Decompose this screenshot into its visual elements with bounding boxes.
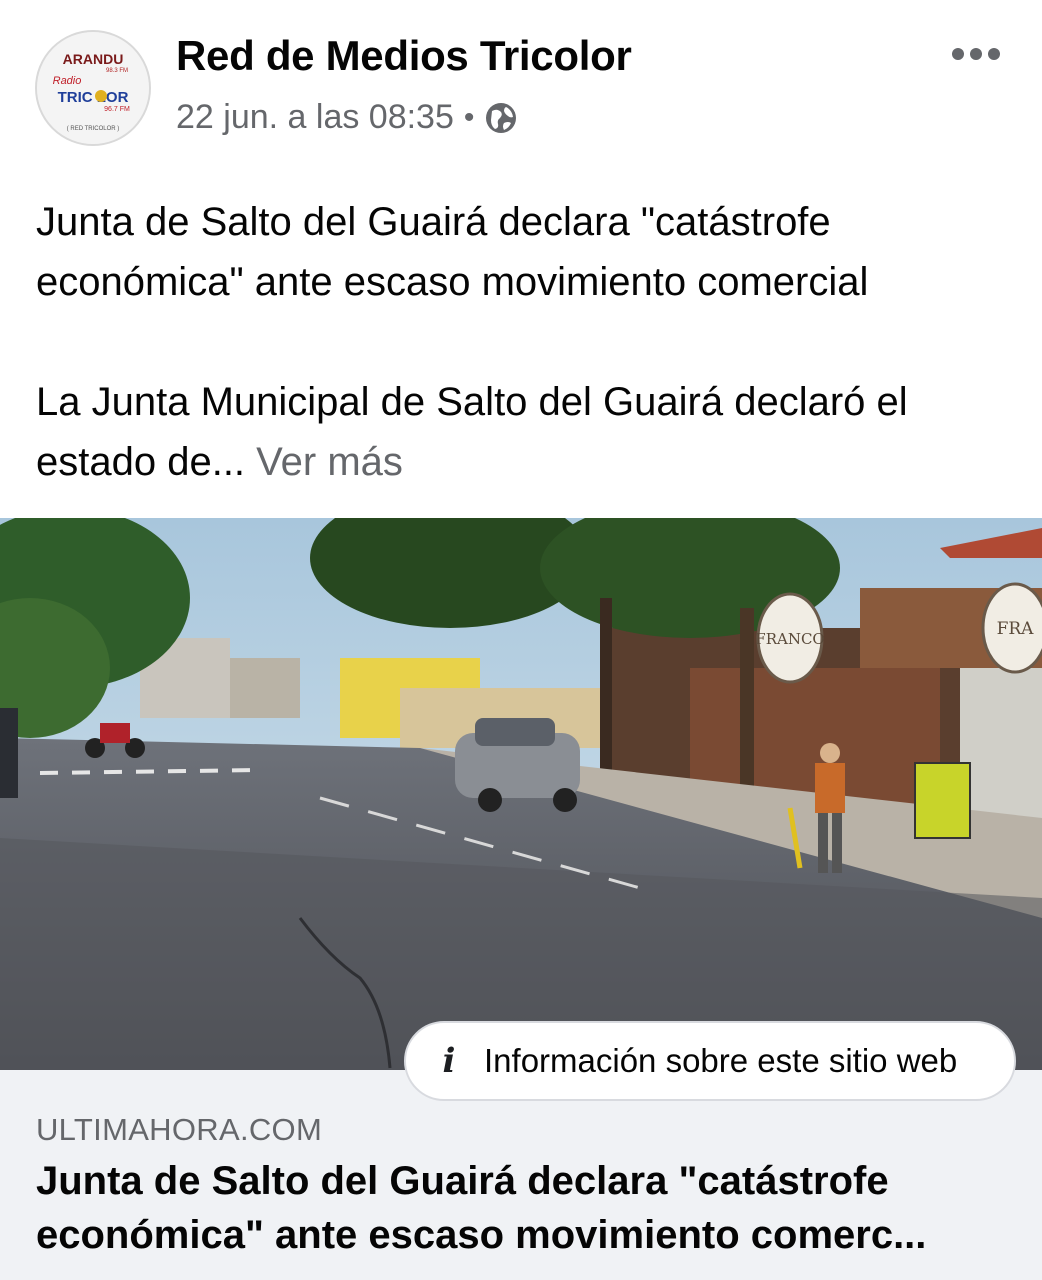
post-timestamp[interactable]: 22 jun. a las 08:35 bbox=[176, 98, 454, 137]
link-domain: ULTIMAHORA.COM bbox=[36, 1112, 323, 1147]
site-info-label: Información sobre este sitio web bbox=[484, 1042, 958, 1079]
info-icon: i bbox=[442, 1041, 456, 1081]
meta-separator: • bbox=[463, 100, 475, 134]
post-photo[interactable]: FRANCO FRA bbox=[0, 518, 1042, 1070]
link-preview-card[interactable]: ULTIMAHORA.COM Junta de Salto del Guairá… bbox=[0, 1070, 1042, 1280]
logo-line1: ARANDU bbox=[63, 51, 124, 67]
globe-icon bbox=[486, 102, 517, 133]
site-info-button[interactable]: i Información sobre este sitio web bbox=[404, 1021, 1016, 1101]
page-avatar[interactable]: ARANDU 98.3 FM Radio TRIC LOR 96.7 FM ( … bbox=[35, 30, 151, 146]
radio-logo: ARANDU 98.3 FM Radio TRIC LOR 96.7 FM ( … bbox=[37, 32, 149, 144]
logo-line2: Radio bbox=[53, 75, 82, 87]
page-name-link[interactable]: Red de Medios Tricolor bbox=[176, 32, 632, 80]
franco-sign-text: FRANCO bbox=[755, 630, 824, 648]
logo-line4: ( RED TRICOLOR ) bbox=[67, 126, 120, 132]
logo-line1-sub: 98.3 FM bbox=[106, 68, 128, 74]
franco-sign-text-2: FRA bbox=[997, 619, 1035, 639]
post-body-preview: La Junta Municipal de Salto del Guairá d… bbox=[36, 372, 1026, 492]
post-meta: 22 jun. a las 08:35 • bbox=[176, 98, 518, 137]
see-more-link[interactable]: Ver más bbox=[256, 440, 403, 484]
more-options-icon bbox=[952, 48, 1000, 60]
post-body-text: La Junta Municipal de Salto del Guairá d… bbox=[36, 380, 908, 484]
street-scene-image: FRANCO FRA bbox=[0, 518, 1042, 1070]
post-message: Junta de Salto del Guairá declara "catás… bbox=[36, 192, 1026, 492]
link-title-line1: Junta de Salto del Guairá declara "catás… bbox=[36, 1159, 889, 1203]
link-title-line2: económica" ante escaso movimiento comerc… bbox=[36, 1213, 927, 1257]
post-headline: Junta de Salto del Guairá declara "catás… bbox=[36, 200, 869, 304]
logo-line3-sub: 96.7 FM bbox=[104, 106, 130, 113]
more-options-button[interactable] bbox=[948, 30, 1004, 78]
logo-line3: TRIC LOR bbox=[58, 89, 129, 106]
link-title[interactable]: Junta de Salto del Guairá declara "catás… bbox=[36, 1154, 1021, 1262]
